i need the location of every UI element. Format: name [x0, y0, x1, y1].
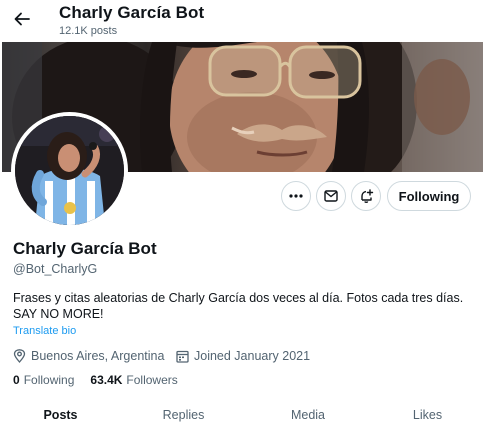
more-horizontal-icon — [289, 194, 303, 198]
envelope-icon — [324, 190, 338, 202]
tab-replies[interactable]: Replies — [121, 395, 246, 435]
arrow-left-icon — [14, 12, 30, 26]
message-button[interactable] — [316, 181, 346, 211]
location-text: Buenos Aires, Argentina — [31, 349, 165, 363]
profile-handle: @Bot_CharlyG — [13, 262, 98, 276]
more-button[interactable] — [281, 181, 311, 211]
bell-plus-icon — [360, 188, 373, 203]
joined-text: Joined January 2021 — [194, 349, 311, 363]
followers-label: Followers — [126, 373, 178, 387]
back-button[interactable] — [9, 6, 35, 32]
following-count: 0 — [13, 373, 20, 387]
tab-media[interactable]: Media — [246, 395, 370, 435]
header-title: Charly García Bot — [59, 3, 205, 22]
profile-joined: Joined January 2021 — [176, 347, 310, 365]
following-button[interactable]: Following — [387, 181, 471, 211]
follow-counts: 0 Following 63.4K Followers — [13, 373, 194, 387]
top-bar: Charly García Bot 12.1K posts — [0, 0, 485, 42]
profile-bio: Frases y citas aleatorias de Charly Garc… — [13, 291, 464, 321]
profile-tabs: Posts Replies Media Likes — [0, 395, 485, 435]
profile-location: Buenos Aires, Argentina — [13, 347, 164, 365]
avatar-photo — [15, 116, 124, 225]
followers-count-link[interactable]: 63.4K Followers — [90, 373, 177, 387]
following-label: Following — [23, 373, 75, 387]
translate-bio-link[interactable]: Translate bio — [13, 325, 76, 337]
profile-name: Charly García Bot — [13, 239, 157, 258]
followers-count: 63.4K — [90, 373, 123, 387]
tab-posts[interactable]: Posts — [0, 395, 121, 435]
avatar[interactable] — [11, 112, 128, 229]
calendar-icon — [176, 350, 189, 363]
following-count-link[interactable]: 0 Following — [13, 373, 74, 387]
header-posts-count: 12.1K posts — [59, 25, 118, 37]
location-pin-icon — [13, 349, 26, 363]
notify-button[interactable] — [351, 181, 381, 211]
tab-likes[interactable]: Likes — [370, 395, 485, 435]
